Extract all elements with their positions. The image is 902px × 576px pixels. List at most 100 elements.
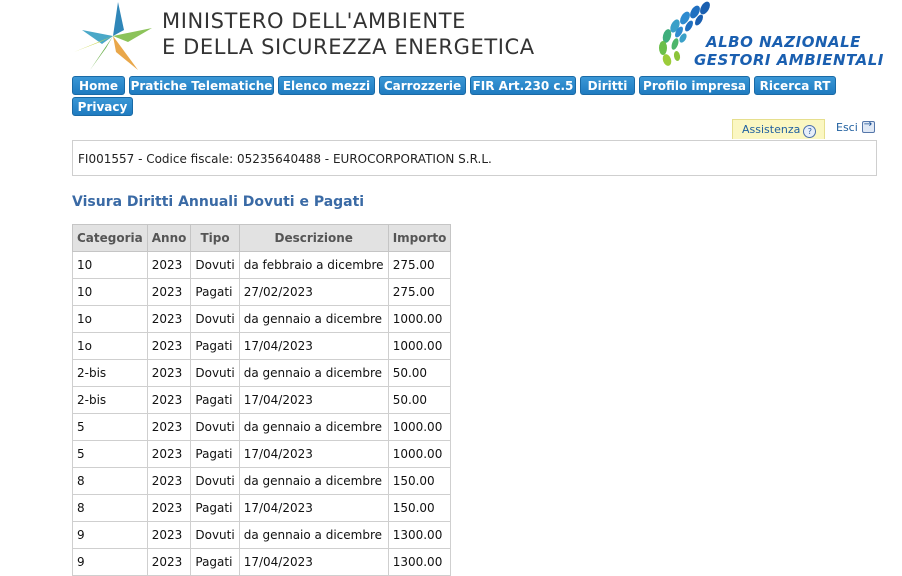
cell-tipo: Dovuti: [190, 359, 240, 387]
column-header-descrizione: Descrizione: [238, 224, 389, 252]
cell-importo: 50.00: [387, 359, 452, 387]
cell-categoria: 10: [72, 278, 148, 306]
table-row: 9 2023 Dovuti da gennaio a dicembre 1300…: [72, 521, 452, 549]
nav-privacy-button[interactable]: Privacy: [72, 97, 133, 116]
cell-categoria: 9: [72, 521, 148, 549]
cell-descrizione: da febbraio a dicembre: [238, 251, 389, 279]
column-header-tipo: Tipo: [190, 224, 240, 252]
cell-categoria: 5: [72, 413, 148, 441]
table-header-row: Categoria Anno Tipo Descrizione Importo: [72, 224, 452, 252]
cell-anno: 2023: [146, 467, 192, 495]
cell-descrizione: da gennaio a dicembre: [238, 467, 389, 495]
cell-tipo: Pagati: [190, 332, 240, 360]
cell-descrizione: da gennaio a dicembre: [238, 359, 389, 387]
table-row: 1o 2023 Pagati 17/04/2023 1000.00: [72, 332, 452, 360]
ministry-title-line2: E DELLA SICUREZZA ENERGETICA: [162, 35, 535, 59]
cell-tipo: Dovuti: [190, 251, 240, 279]
cell-categoria: 10: [72, 251, 148, 279]
table-row: 10 2023 Pagati 27/02/2023 275.00: [72, 278, 452, 306]
cell-anno: 2023: [146, 413, 192, 441]
help-icon: ?: [803, 125, 817, 138]
cell-tipo: Dovuti: [190, 521, 240, 549]
cell-descrizione: da gennaio a dicembre: [238, 305, 389, 333]
cell-anno: 2023: [146, 494, 192, 522]
cell-tipo: Dovuti: [190, 305, 240, 333]
table-row: 8 2023 Dovuti da gennaio a dicembre 150.…: [72, 467, 452, 495]
cell-descrizione: da gennaio a dicembre: [238, 521, 389, 549]
cell-categoria: 8: [72, 467, 148, 495]
cell-importo: 150.00: [387, 467, 452, 495]
cell-anno: 2023: [146, 386, 192, 414]
cell-anno: 2023: [146, 251, 192, 279]
nav-pratiche-telematiche-button[interactable]: Pratiche Telematiche: [129, 76, 274, 95]
cell-anno: 2023: [146, 278, 192, 306]
cell-tipo: Pagati: [190, 440, 240, 468]
ministry-title-line1: MINISTERO DELL'AMBIENTE: [162, 9, 467, 33]
cell-importo: 1300.00: [387, 548, 452, 576]
albo-title-line2: GESTORI AMBIENTALI: [694, 51, 884, 69]
cell-tipo: Dovuti: [190, 467, 240, 495]
cell-descrizione: 17/04/2023: [238, 440, 389, 468]
column-header-categoria: Categoria: [72, 224, 148, 252]
cell-descrizione: 17/04/2023: [238, 332, 389, 360]
assistenza-button[interactable]: Assistenza?: [732, 119, 825, 139]
nav-elenco-mezzi-button[interactable]: Elenco mezzi: [278, 76, 375, 95]
column-header-anno: Anno: [146, 224, 192, 252]
cell-categoria: 1o: [72, 305, 148, 333]
ministry-star-logo: [74, 2, 152, 70]
table-row: 9 2023 Pagati 17/04/2023 1300.00: [72, 548, 452, 576]
table-row: 8 2023 Pagati 17/04/2023 150.00: [72, 494, 452, 522]
cell-anno: 2023: [146, 548, 192, 576]
cell-importo: 275.00: [387, 251, 452, 279]
cell-importo: 1000.00: [387, 413, 452, 441]
cell-descrizione: da gennaio a dicembre: [238, 413, 389, 441]
cell-descrizione: 17/04/2023: [238, 548, 389, 576]
table-row: 5 2023 Dovuti da gennaio a dicembre 1000…: [72, 413, 452, 441]
assistenza-label: Assistenza: [742, 123, 801, 136]
cell-anno: 2023: [146, 332, 192, 360]
esci-link[interactable]: Esci: [836, 119, 875, 134]
cell-anno: 2023: [146, 359, 192, 387]
exit-icon: [861, 119, 875, 133]
diritti-table: Categoria Anno Tipo Descrizione Importo …: [72, 224, 452, 576]
ministry-title: MINISTERO DELL'AMBIENTE E DELLA SICUREZZ…: [162, 8, 535, 60]
column-header-importo: Importo: [387, 224, 452, 252]
table-row: 2-bis 2023 Pagati 17/04/2023 50.00: [72, 386, 452, 414]
page-header: MINISTERO DELL'AMBIENTE E DELLA SICUREZZ…: [0, 0, 902, 74]
albo-title: ALBO NAZIONALE GESTORI AMBIENTALI: [694, 33, 884, 69]
cell-tipo: Pagati: [190, 386, 240, 414]
cell-categoria: 5: [72, 440, 148, 468]
cell-descrizione: 27/02/2023: [238, 278, 389, 306]
cell-anno: 2023: [146, 440, 192, 468]
nav-carrozzerie-button[interactable]: Carrozzerie: [379, 76, 466, 95]
cell-categoria: 2-bis: [72, 359, 148, 387]
cell-importo: 150.00: [387, 494, 452, 522]
nav-profilo-impresa-button[interactable]: Profilo impresa: [639, 76, 750, 95]
nav-ricerca-rt-button[interactable]: Ricerca RT: [754, 76, 836, 95]
esci-label: Esci: [836, 121, 858, 134]
cell-importo: 275.00: [387, 278, 452, 306]
cell-anno: 2023: [146, 305, 192, 333]
cell-importo: 50.00: [387, 386, 452, 414]
table-row: 10 2023 Dovuti da febbraio a dicembre 27…: [72, 251, 452, 279]
cell-categoria: 2-bis: [72, 386, 148, 414]
table-row: 2-bis 2023 Dovuti da gennaio a dicembre …: [72, 359, 452, 387]
albo-title-line1: ALBO NAZIONALE: [706, 33, 861, 51]
cell-importo: 1300.00: [387, 521, 452, 549]
table-row: 5 2023 Pagati 17/04/2023 1000.00: [72, 440, 452, 468]
cell-categoria: 1o: [72, 332, 148, 360]
cell-tipo: Dovuti: [190, 413, 240, 441]
cell-tipo: Pagati: [190, 494, 240, 522]
nav-fir-art230-button[interactable]: FIR Art.230 c.5: [470, 76, 576, 95]
cell-descrizione: 17/04/2023: [238, 494, 389, 522]
company-info-box: FI001557 - Codice fiscale: 05235640488 -…: [72, 140, 877, 176]
cell-tipo: Pagati: [190, 278, 240, 306]
nav-diritti-button[interactable]: Diritti: [580, 76, 635, 95]
cell-anno: 2023: [146, 521, 192, 549]
table-row: 1o 2023 Dovuti da gennaio a dicembre 100…: [72, 305, 452, 333]
cell-importo: 1000.00: [387, 440, 452, 468]
nav-home-button[interactable]: Home: [72, 76, 125, 95]
page-title: Visura Diritti Annuali Dovuti e Pagati: [72, 194, 365, 210]
cell-categoria: 8: [72, 494, 148, 522]
cell-categoria: 9: [72, 548, 148, 576]
